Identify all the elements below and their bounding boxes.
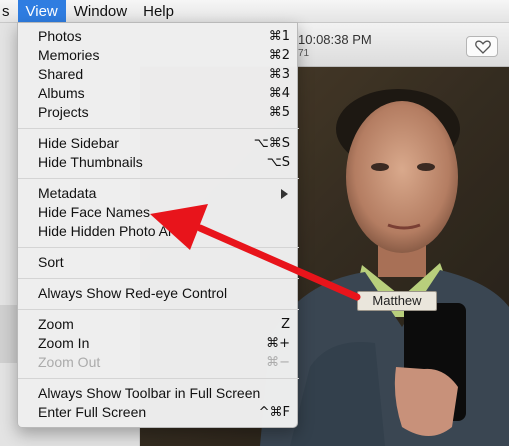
shortcut: ⌘4	[268, 86, 290, 101]
menu-item-projects[interactable]: Projects ⌘5	[18, 103, 299, 122]
menu-separator	[18, 178, 299, 179]
menu-item-enter-full-screen[interactable]: Enter Full Screen ^⌘F	[18, 403, 299, 422]
menu-item-always-show-toolbar-full-screen[interactable]: Always Show Toolbar in Full Screen	[18, 384, 299, 403]
menu-item-label: Photos	[38, 28, 82, 44]
menu-item-label: Memories	[38, 47, 100, 63]
photo-subtitle: 71	[298, 48, 310, 59]
menu-item-zoom-out: Zoom Out ⌘−	[18, 353, 299, 372]
menu-item-label: Zoom	[38, 316, 74, 332]
menu-separator	[18, 378, 299, 379]
shortcut: ⌘−	[266, 355, 290, 370]
menu-item-hide-hidden-photo-albums[interactable]: Hide Hidden Photo Al	[18, 222, 299, 241]
menu-bar: s View Window Help	[0, 0, 509, 23]
menu-item-label: Sort	[38, 254, 64, 270]
shortcut: ⌘2	[268, 48, 290, 63]
shortcut: ⌘+	[266, 336, 290, 351]
menu-item-label: Hide Hidden Photo Al	[38, 223, 172, 239]
menu-item-label: Albums	[38, 85, 85, 101]
shortcut: ^⌘F	[258, 405, 290, 420]
menu-help[interactable]: Help	[135, 0, 182, 23]
menu-item-label: Zoom In	[38, 335, 90, 351]
menu-separator	[18, 247, 299, 248]
view-menu: Photos ⌘1 Memories ⌘2 Shared ⌘3 Albums ⌘…	[17, 22, 299, 428]
menu-item-label: Hide Sidebar	[38, 135, 119, 151]
face-name-tag[interactable]: Matthew	[357, 291, 437, 311]
menu-item-always-show-red-eye-control[interactable]: Always Show Red-eye Control	[18, 284, 299, 303]
menu-item-hide-sidebar[interactable]: Hide Sidebar ⌥⌘S	[18, 134, 299, 153]
menu-item-label: Projects	[38, 104, 89, 120]
menu-photos[interactable]: s	[0, 0, 18, 23]
menu-item-shared[interactable]: Shared ⌘3	[18, 65, 299, 84]
heart-icon	[475, 40, 491, 54]
menu-item-label: Hide Thumbnails	[38, 154, 143, 170]
menu-item-label: Enter Full Screen	[38, 404, 147, 420]
menu-item-zoom[interactable]: Zoom Z	[18, 315, 299, 334]
shortcut: ⌥⌘S	[253, 136, 290, 151]
menu-item-hide-thumbnails[interactable]: Hide Thumbnails ⌥S	[18, 153, 299, 172]
menu-item-label: Zoom Out	[38, 354, 101, 370]
menu-item-hide-face-names[interactable]: Hide Face Names	[18, 203, 299, 222]
menu-item-memories[interactable]: Memories ⌘2	[18, 46, 299, 65]
shortcut: ⌘3	[268, 67, 290, 82]
shortcut: ⌘5	[268, 105, 290, 120]
submenu-arrow-icon	[281, 189, 288, 199]
menu-item-albums[interactable]: Albums ⌘4	[18, 84, 299, 103]
shortcut: ⌘1	[268, 29, 290, 44]
menu-separator	[18, 278, 299, 279]
menu-separator	[18, 128, 299, 129]
favorite-button[interactable]	[466, 36, 498, 57]
menu-item-metadata[interactable]: Metadata	[18, 184, 299, 203]
menu-item-label: Always Show Toolbar in Full Screen	[38, 385, 261, 401]
menu-item-label: Always Show Red-eye Control	[38, 285, 228, 301]
menu-separator	[18, 309, 299, 310]
photo-timestamp: 10:08:38 PM	[298, 32, 372, 47]
menu-window[interactable]: Window	[66, 0, 135, 23]
menu-item-photos[interactable]: Photos ⌘1	[18, 27, 299, 46]
shortcut: ⌥S	[266, 155, 290, 170]
menu-item-label: Hide Face Names	[38, 204, 151, 220]
menu-item-label: Shared	[38, 66, 84, 82]
menu-item-label: Metadata	[38, 185, 97, 201]
shortcut: Z	[281, 317, 290, 332]
menu-item-zoom-in[interactable]: Zoom In ⌘+	[18, 334, 299, 353]
menu-view[interactable]: View	[17, 0, 66, 23]
menu-item-sort[interactable]: Sort	[18, 253, 299, 272]
